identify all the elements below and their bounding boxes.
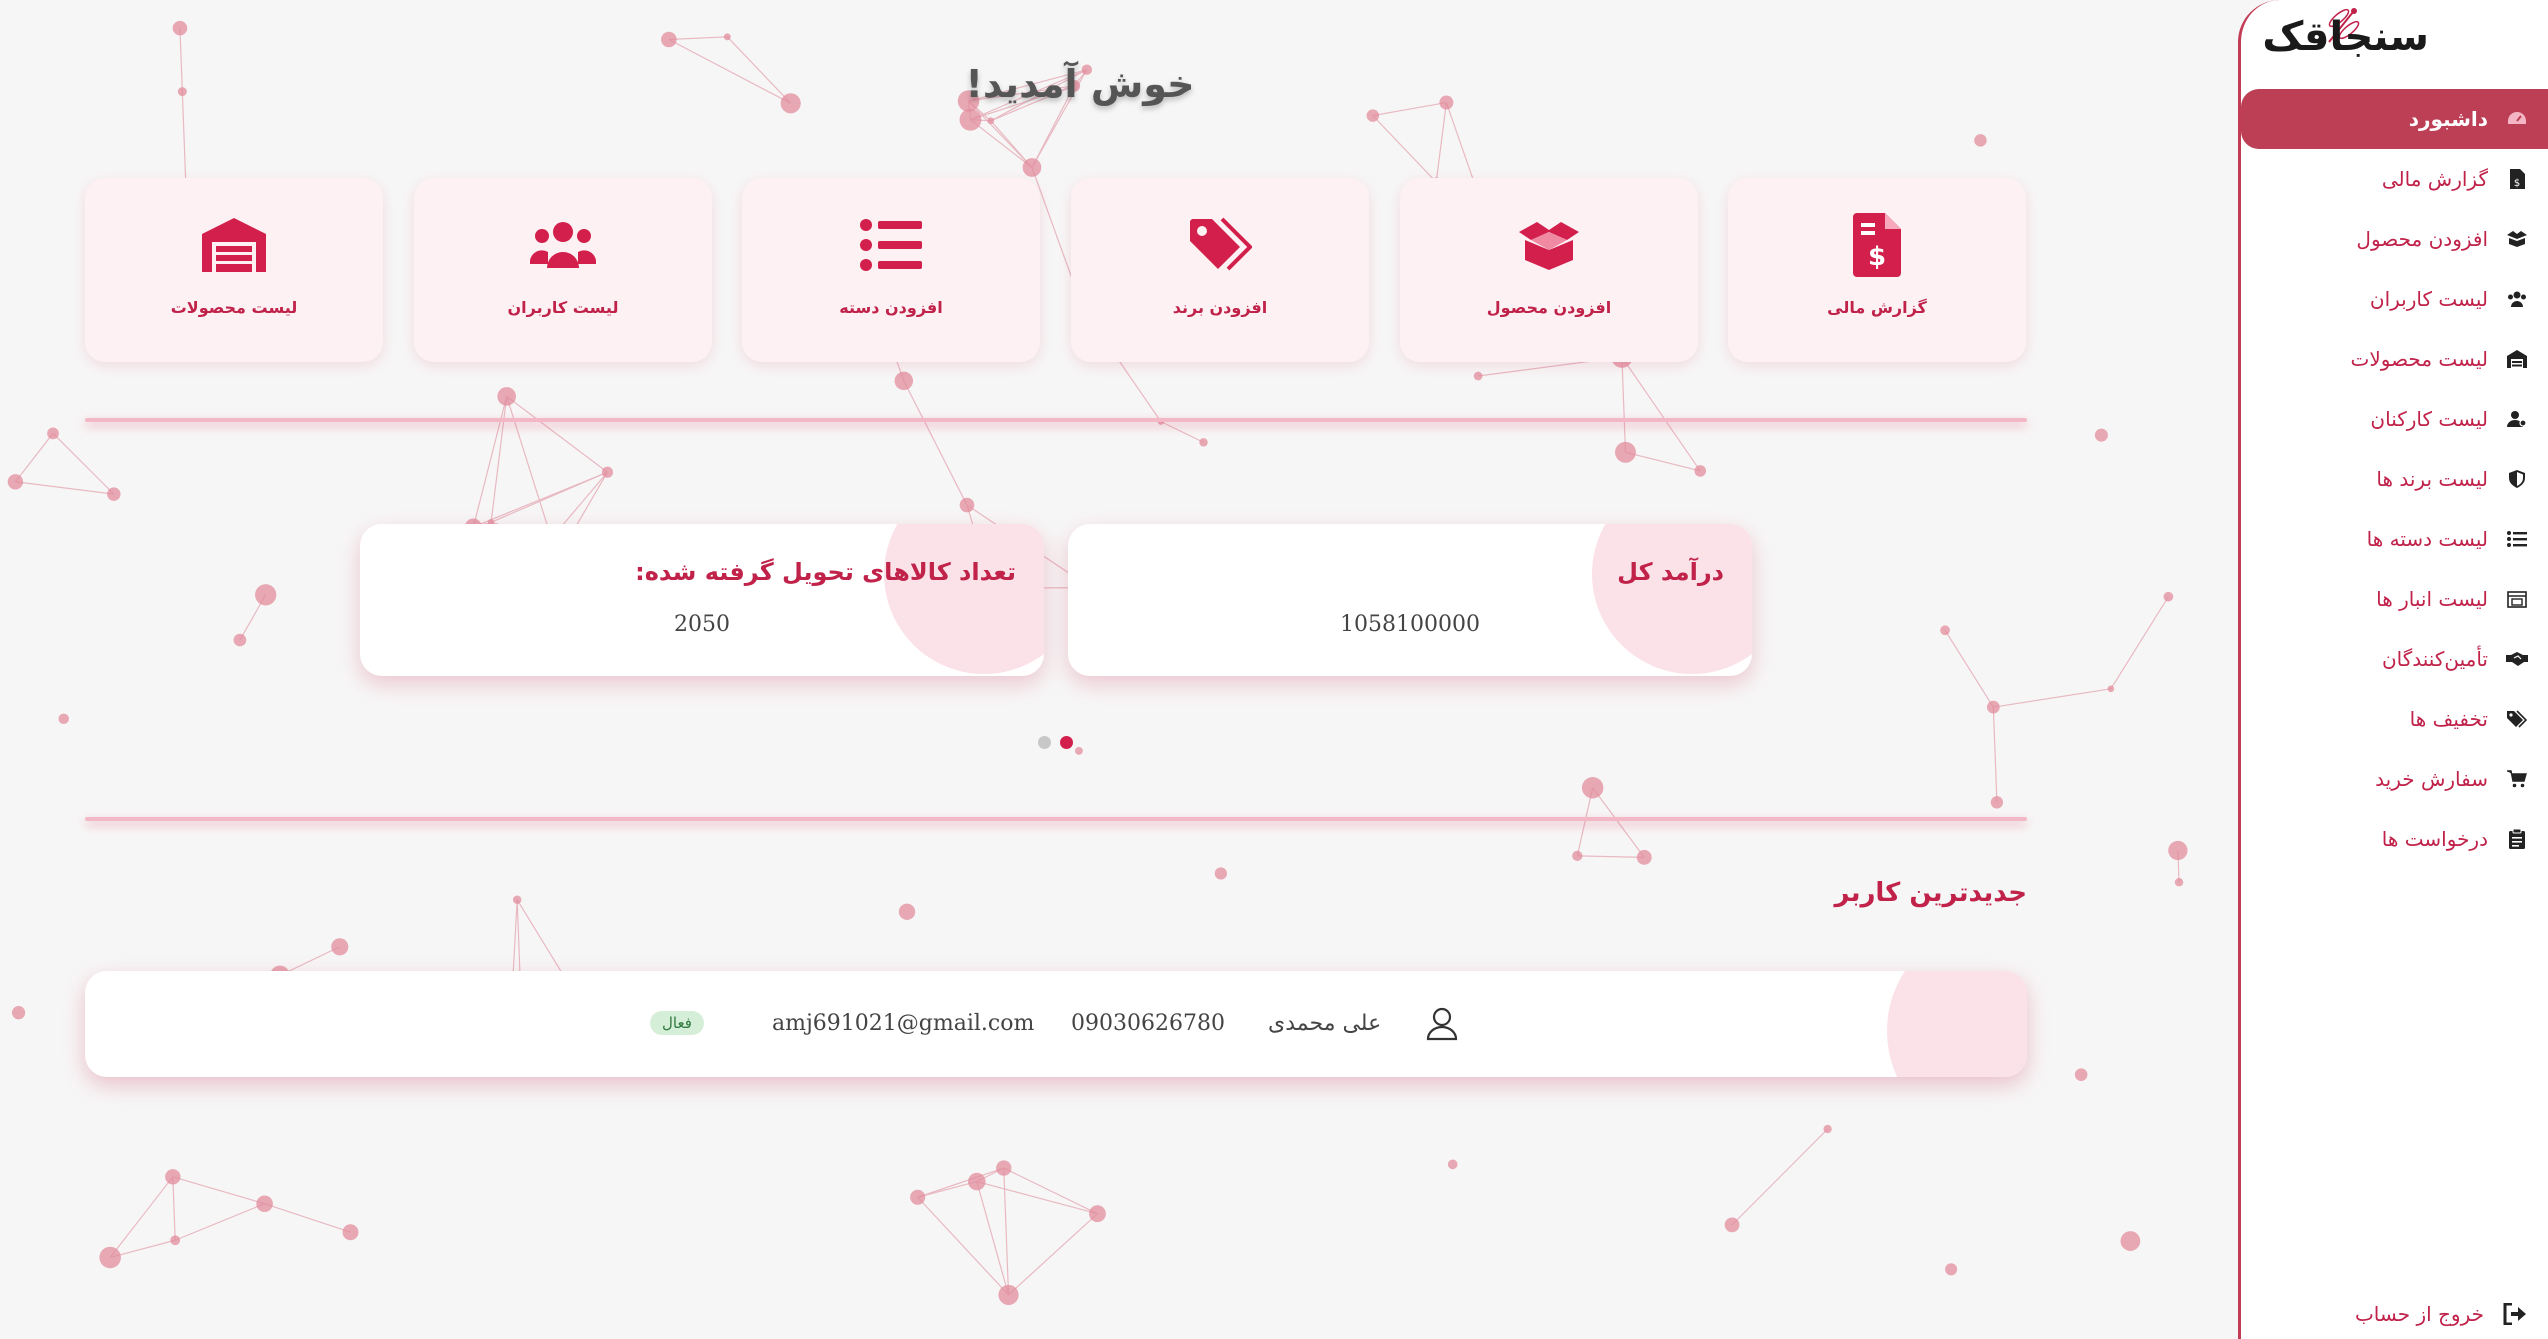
handshake-icon: [2506, 648, 2528, 670]
logo-text: سنجاقک: [2262, 14, 2429, 60]
box-open-icon: [1514, 212, 1584, 278]
quick-card-financial-report[interactable]: $ گزارش مالی: [1728, 178, 2026, 362]
sidebar-item-dashboard[interactable]: داشبورد: [2241, 89, 2548, 149]
stat-value: 1058100000: [1340, 612, 1480, 637]
sidebar-item-discounts[interactable]: تخفیف ها: [2241, 689, 2548, 749]
quick-card-add-product[interactable]: افزودن محصول: [1400, 178, 1698, 362]
quick-card-add-category[interactable]: افزودن دسته: [742, 178, 1040, 362]
page-title: خوش آمدید!: [965, 62, 1195, 106]
invoice-dollar-icon: $: [1842, 212, 1912, 278]
list-icon: [2506, 528, 2528, 550]
sidebar-item-suppliers[interactable]: تأمین‌کنندگان: [2241, 629, 2548, 689]
logout-icon: [2502, 1301, 2528, 1327]
tag-icon: [1185, 212, 1255, 278]
clipboard-icon: [2506, 828, 2528, 850]
sidebar-item-staff[interactable]: لیست کارکنان: [2241, 389, 2548, 449]
quick-card-users-list[interactable]: لیست کاربران: [414, 178, 712, 362]
stat-card-received-items: تعداد کالاهای تحویل گرفته شده: 2050: [360, 524, 1044, 676]
logo[interactable]: سنجاقک: [2262, 0, 2481, 72]
quick-card-label: لیست کاربران: [507, 298, 619, 317]
quick-card-label: لیست محصولات: [170, 298, 298, 317]
warehouse-icon: [2506, 348, 2528, 370]
carousel-dot-active[interactable]: [1060, 736, 1073, 749]
warehouse-icon: [199, 212, 269, 278]
svg-text:$: $: [1868, 242, 1886, 272]
quick-card-add-brand[interactable]: افزودن برند: [1071, 178, 1369, 362]
quick-card-label: افزودن محصول: [1486, 298, 1612, 317]
box-open-icon: [2506, 228, 2528, 250]
cart-icon: [2506, 768, 2528, 790]
sidebar-nav: داشبورد $ گزارش مالی افزودن محصول لیست ک…: [2241, 89, 2548, 869]
user-icon: [1426, 1007, 1458, 1041]
quick-card-label: افزودن برند: [1172, 298, 1268, 317]
main-content: خوش آمدید! $ گزارش مالی افزودن محصول افز…: [0, 0, 2238, 1339]
user-phone: 09030626780: [1071, 1011, 1225, 1036]
carousel-dot[interactable]: [1038, 736, 1051, 749]
latest-user-row[interactable]: علی محمدی 09030626780 amj691021@gmail.co…: [85, 971, 2027, 1077]
users-icon: [528, 212, 598, 278]
store-icon: [2506, 588, 2528, 610]
quick-card-label: گزارش مالی: [1827, 298, 1927, 317]
sidebar-item-brands[interactable]: لیست برند ها: [2241, 449, 2548, 509]
stat-title: تعداد کالاهای تحویل گرفته شده:: [635, 558, 1016, 586]
sidebar-item-users[interactable]: لیست کاربران: [2241, 269, 2548, 329]
logout-button[interactable]: خروج از حساب: [2241, 1286, 2548, 1339]
user-gear-icon: [2506, 408, 2528, 430]
sidebar-item-add-product[interactable]: افزودن محصول: [2241, 209, 2548, 269]
shield-icon: [2506, 468, 2528, 490]
dashboard-icon: [2506, 108, 2528, 130]
logout-label: خروج از حساب: [2354, 1302, 2484, 1326]
sidebar: سنجاقک داشبورد $ گزارش مالی افزودن محصول…: [2238, 0, 2548, 1339]
sidebar-item-financial-report[interactable]: $ گزارش مالی: [2241, 149, 2548, 209]
sidebar-item-products[interactable]: لیست محصولات: [2241, 329, 2548, 389]
users-icon: [2506, 288, 2528, 310]
user-email: amj691021@gmail.com: [772, 1011, 1035, 1036]
list-icon: [856, 212, 926, 278]
carousel-pagination: [1038, 736, 1073, 749]
sidebar-item-requests[interactable]: درخواست ها: [2241, 809, 2548, 869]
sidebar-item-purchase-orders[interactable]: سفارش خرید: [2241, 749, 2548, 809]
svg-text:$: $: [2514, 178, 2520, 189]
quick-card-label: افزودن دسته: [839, 298, 943, 317]
stat-value: 2050: [674, 612, 730, 637]
stat-card-total-revenue: درآمد کل 1058100000: [1068, 524, 1752, 676]
sidebar-item-categories[interactable]: لیست دسته ها: [2241, 509, 2548, 569]
user-name: علی محمدی: [1268, 1011, 1382, 1036]
divider: [85, 418, 2027, 422]
stat-title: درآمد کل: [1617, 558, 1724, 586]
sidebar-item-warehouses[interactable]: لیست انبار ها: [2241, 569, 2548, 629]
divider: [85, 817, 2027, 821]
section-title-latest-user: جدیدترین کاربر: [1834, 878, 2027, 908]
quick-card-products-list[interactable]: لیست محصولات: [85, 178, 383, 362]
invoice-dollar-icon: $: [2506, 168, 2528, 190]
tags-icon: [2506, 708, 2528, 730]
status-badge: فعال: [650, 1011, 704, 1035]
